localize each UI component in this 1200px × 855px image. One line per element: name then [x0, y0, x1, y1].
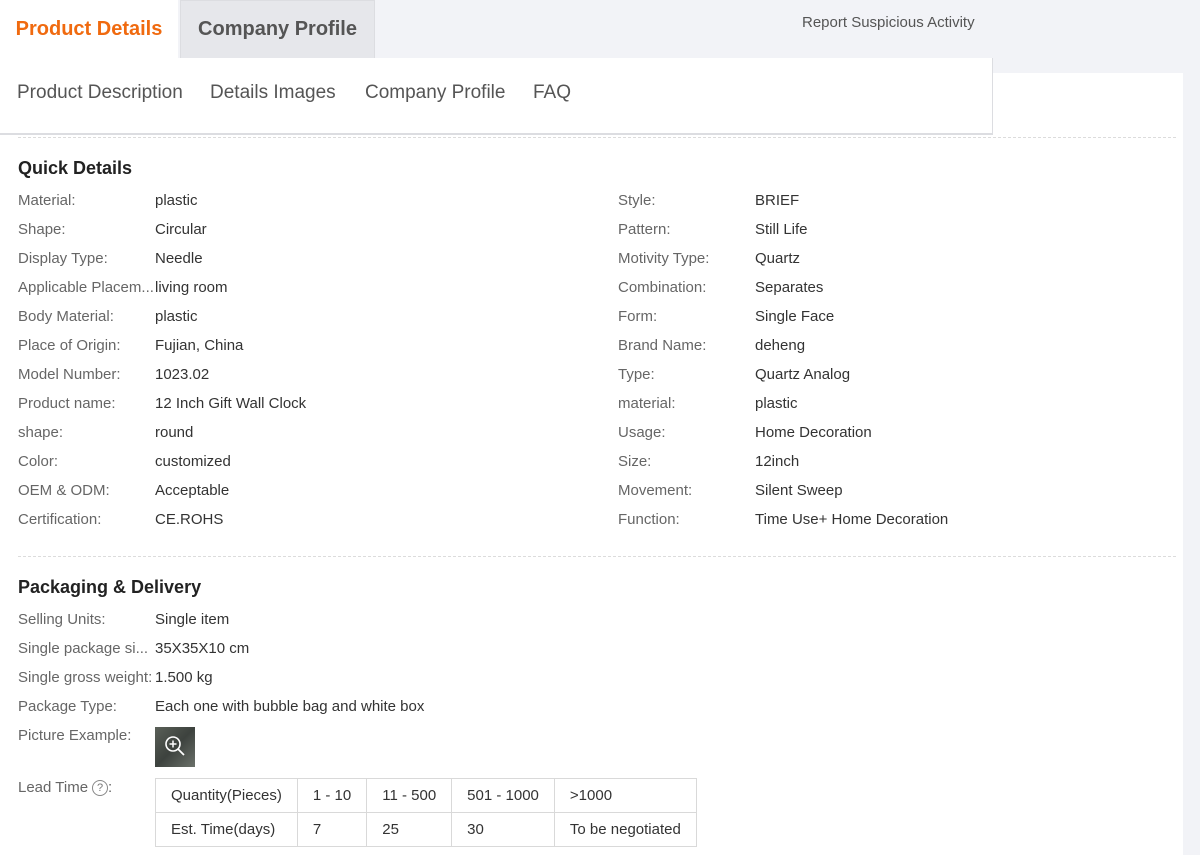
- divider: [18, 137, 1176, 138]
- detail-label: Pattern:: [618, 221, 671, 238]
- detail-value: 1023.02: [155, 366, 210, 383]
- lead-time-cell: >1000: [553, 778, 697, 813]
- detail-value: Circular: [155, 221, 207, 238]
- detail-value: BRIEF: [755, 192, 800, 209]
- detail-value: Single item: [155, 611, 230, 628]
- detail-value: plastic: [755, 395, 798, 412]
- scrollbar-track[interactable]: [1183, 73, 1200, 855]
- zoom-in-icon: [165, 736, 185, 756]
- detail-value: Single Face: [755, 308, 835, 325]
- lead-time-label: Lead Time?:: [18, 779, 154, 797]
- lead-time-cell: 7: [296, 812, 368, 847]
- detail-label: Size:: [618, 453, 652, 470]
- lead-time-cell: 30: [451, 812, 555, 847]
- tab-company-profile[interactable]: Company Profile: [180, 0, 375, 58]
- lead-time-cell: To be negotiated: [553, 812, 697, 847]
- detail-value: plastic: [155, 308, 198, 325]
- detail-value: Fujian, China: [155, 337, 244, 354]
- lead-time-data-row: Est. Time(days) 7 25 30 To be negotiated: [155, 812, 697, 847]
- lead-time-table: Quantity(Pieces) 1 - 10 11 - 500 501 - 1…: [155, 778, 697, 847]
- detail-label: Function:: [618, 511, 680, 528]
- detail-value: Quartz Analog: [755, 366, 851, 383]
- detail-label: Single gross weight:: [18, 669, 153, 686]
- detail-label: Selling Units:: [18, 611, 106, 628]
- quick-details-title: Quick Details: [18, 158, 133, 178]
- detail-value: Acceptable: [155, 482, 230, 499]
- detail-label: shape:: [18, 424, 64, 441]
- picture-example-thumbnail[interactable]: [155, 727, 195, 767]
- lead-time-cell: 501 - 1000: [451, 778, 555, 813]
- detail-label: Movement:: [618, 482, 693, 499]
- detail-value: living room: [155, 279, 228, 296]
- report-suspicious-activity-link[interactable]: Report Suspicious Activity: [802, 14, 975, 31]
- packaging-delivery-title: Packaging & Delivery: [18, 577, 202, 597]
- detail-label: Certification:: [18, 511, 102, 528]
- detail-label: Display Type:: [18, 250, 108, 267]
- lead-time-cell: 1 - 10: [296, 778, 368, 813]
- detail-label: Applicable Placem...: [18, 279, 154, 296]
- lead-time-header-row: Quantity(Pieces) 1 - 10 11 - 500 501 - 1…: [155, 778, 697, 813]
- detail-label: Style:: [618, 192, 656, 209]
- detail-value: 12 Inch Gift Wall Clock: [155, 395, 307, 412]
- detail-value: plastic: [155, 192, 198, 209]
- lead-time-cell: 25: [366, 812, 453, 847]
- detail-label: Brand Name:: [618, 337, 707, 354]
- detail-value: Silent Sweep: [755, 482, 843, 499]
- detail-value: Still Life: [755, 221, 808, 238]
- tab-product-details[interactable]: Product Details: [0, 0, 178, 58]
- detail-value: customized: [155, 453, 231, 470]
- detail-label: Body Material:: [18, 308, 114, 325]
- detail-value: 35X35X10 cm: [155, 640, 250, 657]
- subnav-product-description[interactable]: Product Description: [17, 82, 183, 104]
- detail-value: Needle: [155, 250, 203, 267]
- divider: [18, 556, 1176, 557]
- lead-time-cell: Quantity(Pieces): [155, 778, 298, 813]
- detail-label: Product name:: [18, 395, 116, 412]
- detail-label: Material:: [18, 192, 76, 209]
- detail-value: Separates: [755, 279, 824, 296]
- detail-value: Home Decoration: [755, 424, 872, 441]
- detail-label: Combination:: [618, 279, 707, 296]
- detail-value: CE.ROHS: [155, 511, 224, 528]
- detail-value: round: [155, 424, 194, 441]
- detail-label: Place of Origin:: [18, 337, 121, 354]
- subnav-company-profile[interactable]: Company Profile: [365, 82, 505, 104]
- detail-label: Color:: [18, 453, 59, 470]
- sub-navigation: Product Description Details Images Compa…: [0, 58, 993, 135]
- detail-value: Time Use+ Home Decoration: [755, 511, 949, 528]
- detail-value: Each one with bubble bag and white box: [155, 698, 425, 715]
- lead-time-label-text: Lead Time: [18, 779, 89, 796]
- detail-value: 1.500 kg: [155, 669, 213, 686]
- lead-time-cell: Est. Time(days): [155, 812, 298, 847]
- lead-time-label-suffix: :: [108, 779, 113, 796]
- top-tab-bar: Product Details Company Profile Report S…: [0, 0, 1200, 58]
- lead-time-cell: 11 - 500: [366, 778, 453, 813]
- help-icon[interactable]: ?: [92, 780, 109, 797]
- detail-label: Shape:: [18, 221, 66, 238]
- detail-label: Form:: [618, 308, 658, 325]
- detail-value: deheng: [755, 337, 806, 354]
- detail-label: Type:: [618, 366, 655, 383]
- detail-label: Motivity Type:: [618, 250, 710, 267]
- detail-label: OEM & ODM:: [18, 482, 110, 499]
- subnav-faq[interactable]: FAQ: [533, 82, 571, 104]
- subnav-details-images[interactable]: Details Images: [210, 82, 336, 104]
- detail-value: Quartz: [755, 250, 801, 267]
- detail-label: Single package si...: [18, 640, 149, 657]
- detail-label: Model Number:: [18, 366, 121, 383]
- detail-label: material:: [618, 395, 676, 412]
- detail-label: Usage:: [618, 424, 666, 441]
- detail-label: Package Type:: [18, 698, 117, 715]
- detail-value: 12inch: [755, 453, 800, 470]
- picture-example-label: Picture Example:: [18, 727, 132, 744]
